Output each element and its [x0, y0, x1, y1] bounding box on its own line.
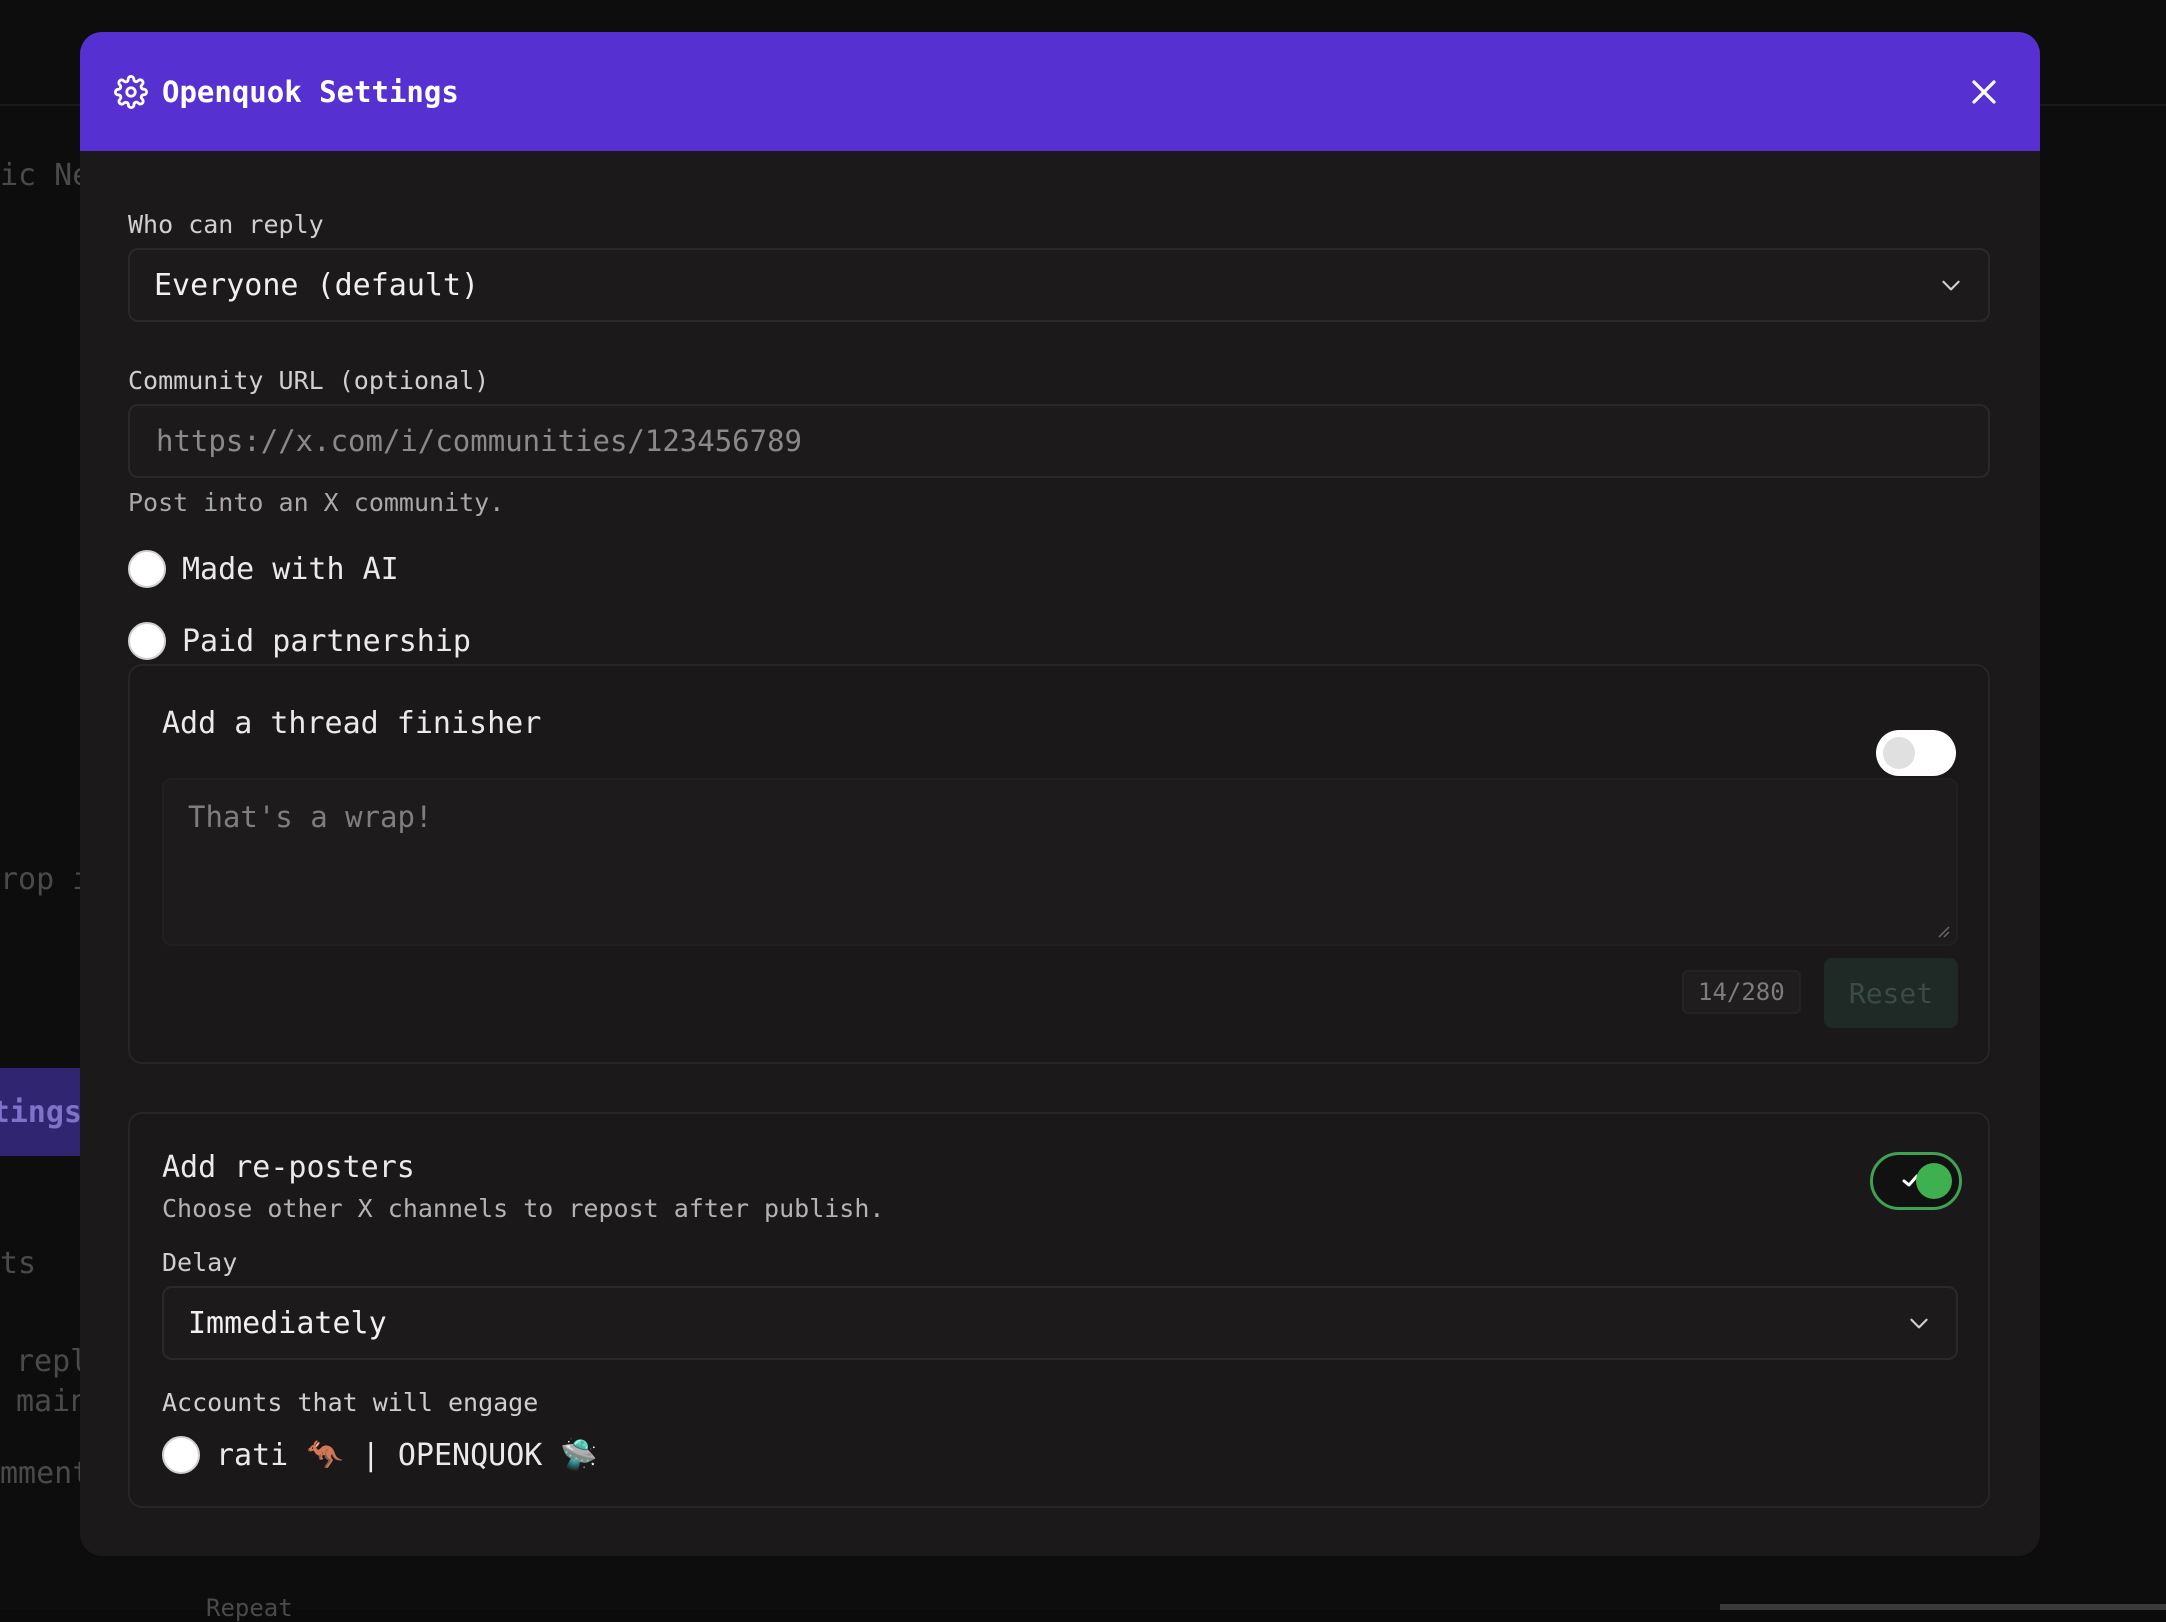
account-row[interactable]: rati 🦘 | OPENQUOK 🛸: [162, 1436, 598, 1474]
background-bar: [1720, 1604, 2166, 1610]
made-with-ai-label: Made with AI: [182, 551, 399, 587]
background-text: repl: [16, 1344, 89, 1379]
reposters-panel: Add re-posters Choose other X channels t…: [128, 1112, 1990, 1508]
background-text: rop i: [0, 862, 91, 897]
made-with-ai-checkbox-row[interactable]: Made with AI: [128, 550, 399, 588]
toggle-knob: [1883, 737, 1915, 769]
thread-finisher-textarea-wrap: [162, 778, 1958, 946]
community-url-field: [128, 404, 1990, 478]
thread-finisher-textarea[interactable]: [164, 780, 1956, 944]
account-checkbox[interactable]: [162, 1436, 200, 1474]
who-can-reply-select[interactable]: Everyone (default): [128, 248, 1990, 322]
who-can-reply-label: Who can reply: [128, 210, 324, 239]
community-url-helper: Post into an X community.: [128, 488, 505, 517]
who-can-reply-value: Everyone (default): [154, 267, 480, 303]
paid-partnership-checkbox[interactable]: [128, 622, 166, 660]
reset-button[interactable]: Reset: [1824, 958, 1958, 1028]
gear-icon: [114, 74, 148, 109]
thread-finisher-panel: Add a thread finisher 14/280 Reset: [128, 664, 1990, 1064]
reposters-title: Add re-posters: [162, 1150, 415, 1185]
background-text: Repeat: [206, 1594, 293, 1622]
background-settings-tab: tings: [0, 1068, 82, 1156]
modal-header: Openquok Settings: [80, 32, 2040, 151]
modal-title: Openquok Settings: [162, 74, 459, 109]
close-button[interactable]: [1962, 70, 2006, 114]
paid-partnership-label: Paid partnership: [182, 623, 471, 659]
close-icon: [1972, 79, 1996, 104]
community-url-input[interactable]: [154, 423, 1964, 459]
accounts-label: Accounts that will engage: [162, 1388, 539, 1417]
resize-handle-icon[interactable]: [1936, 924, 1950, 938]
made-with-ai-checkbox[interactable]: [128, 550, 166, 588]
delay-select[interactable]: Immediately: [162, 1286, 1958, 1360]
delay-label: Delay: [162, 1248, 238, 1277]
paid-partnership-checkbox-row[interactable]: Paid partnership: [128, 622, 471, 660]
character-counter: 14/280: [1682, 970, 1801, 1014]
reposters-description: Choose other X channels to repost after …: [162, 1194, 885, 1223]
background-text: main: [16, 1384, 89, 1419]
community-url-label: Community URL (optional): [128, 366, 490, 395]
chevron-down-icon: [1906, 1310, 1932, 1336]
reposters-toggle[interactable]: [1870, 1152, 1962, 1210]
chevron-down-icon: [1938, 272, 1964, 298]
thread-finisher-toggle[interactable]: [1876, 730, 1956, 776]
background-text: ts: [0, 1246, 37, 1281]
background-text: mment: [0, 1456, 91, 1491]
settings-modal: Openquok Settings Who can reply Everyone…: [80, 32, 2040, 1556]
toggle-knob: [1916, 1163, 1952, 1199]
thread-finisher-title: Add a thread finisher: [162, 706, 542, 741]
account-name: rati 🦘 | OPENQUOK 🛸: [216, 1437, 598, 1473]
delay-value: Immediately: [188, 1305, 387, 1341]
